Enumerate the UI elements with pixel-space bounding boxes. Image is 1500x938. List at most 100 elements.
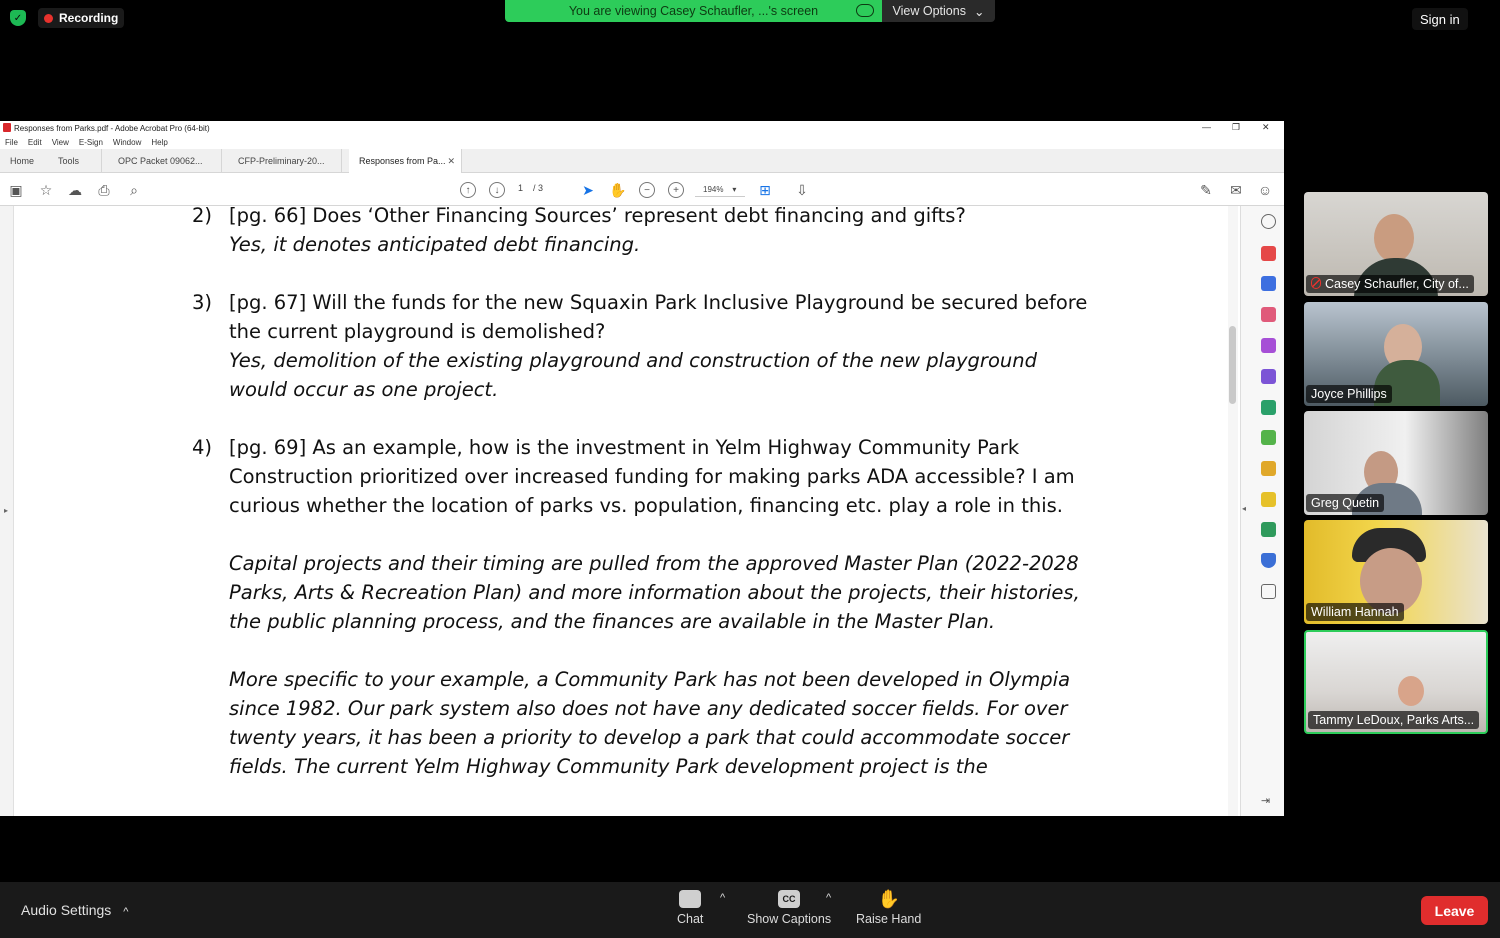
chat-button[interactable]: Chat	[677, 890, 703, 926]
comment-icon[interactable]	[1261, 492, 1276, 507]
audio-settings-button[interactable]: Audio Settings ^	[21, 902, 128, 918]
page-indicator[interactable]: 1 / 3	[518, 183, 543, 193]
edit-pdf-icon[interactable]	[1261, 369, 1276, 384]
shared-acrobat-window: Responses from Parks.pdf - Adobe Acrobat…	[0, 121, 1284, 816]
left-panel-toggle[interactable]: ▸	[0, 206, 14, 816]
participant-name: Tammy LeDoux, Parks Arts...	[1308, 711, 1480, 729]
people-icon[interactable]: ☺	[1257, 182, 1273, 198]
menu-view[interactable]: View	[52, 138, 69, 147]
raise-hand-label: Raise Hand	[856, 912, 922, 926]
menu-esign[interactable]: E-Sign	[79, 138, 103, 147]
shield-icon[interactable]: ✓	[10, 10, 26, 26]
participant-tile[interactable]: Greg Quetin	[1304, 411, 1488, 515]
tab-tools[interactable]: Tools	[48, 149, 102, 173]
scrollbar-thumb[interactable]	[1229, 326, 1236, 404]
hand-icon: ✋	[877, 888, 900, 909]
select-cursor-icon[interactable]: ➤	[580, 182, 596, 198]
print-production-icon[interactable]	[1261, 522, 1276, 537]
sign-in-button[interactable]: Sign in	[1412, 8, 1468, 30]
zoom-in-icon[interactable]: +	[668, 182, 684, 198]
email-icon[interactable]: ✉	[1228, 182, 1244, 198]
captions-label: Show Captions	[747, 912, 832, 926]
answer-line: fields. The current Yelm Highway Communi…	[229, 755, 988, 778]
acrobat-toolbar: ▣ ☆ ☁ ⎙ ⌕ ↑ ↓ 1 / 3 ➤ ✋ − + 194% ▾ ⊞ ⇩ ✎…	[0, 173, 1284, 206]
participant-tile[interactable]: Casey Schaufler, City of...	[1304, 192, 1488, 296]
participant-video	[1398, 676, 1424, 706]
zoom-bottom-bar: Audio Settings ^ Chat ^ CC Show Captions …	[0, 882, 1500, 938]
expand-left-icon: ▸	[4, 506, 9, 515]
acrobat-menu-bar: File Edit View E-Sign Window Help	[0, 135, 1284, 149]
next-page-icon[interactable]: ↓	[489, 182, 505, 198]
more-tools-icon[interactable]	[1261, 584, 1276, 599]
zoom-top-bar: ✓ Recording You are viewing Casey Schauf…	[0, 0, 1500, 36]
participant-name: Casey Schaufler, City of...	[1306, 275, 1474, 293]
collapse-panel-icon[interactable]: ◂	[1242, 504, 1246, 513]
create-pdf-icon[interactable]	[1261, 276, 1276, 291]
answer-line: Yes, it denotes anticipated debt financi…	[229, 233, 641, 256]
chevron-up-icon[interactable]: ^	[123, 906, 128, 918]
recording-indicator[interactable]: Recording	[38, 8, 125, 28]
answer-line: Capital projects and their timing are pu…	[229, 552, 1079, 575]
print-icon[interactable]: ⎙	[96, 182, 112, 198]
prev-page-icon[interactable]: ↑	[460, 182, 476, 198]
participant-tile[interactable]: Joyce Phillips	[1304, 302, 1488, 406]
question-line: [pg. 66] Does ‘Other Financing Sources’ …	[229, 206, 966, 227]
raise-hand-button[interactable]: ✋ Raise Hand	[856, 888, 922, 927]
vertical-scrollbar[interactable]	[1228, 206, 1238, 816]
fill-sign-icon[interactable]	[1261, 338, 1276, 353]
participant-tile-active-speaker[interactable]: Tammy LeDoux, Parks Arts...	[1304, 630, 1488, 734]
window-title: Responses from Parks.pdf - Adobe Acrobat…	[14, 124, 210, 133]
expand-panel-icon[interactable]: ⇥	[1261, 794, 1276, 809]
shield-protect-icon[interactable]	[1261, 553, 1276, 568]
tab-responses-from-parks[interactable]: Responses from Pa... ✕	[349, 149, 462, 173]
item-number: 2)	[192, 206, 213, 227]
organize-pages-icon[interactable]	[1261, 307, 1276, 322]
item-number: 4)	[192, 436, 213, 459]
scan-ocr-icon[interactable]	[1261, 400, 1276, 415]
chevron-down-icon: ⌄	[973, 4, 985, 19]
answer-line: would occur as one project.	[229, 378, 499, 401]
search-icon[interactable]: ⌕	[126, 182, 142, 198]
leave-button[interactable]: Leave	[1421, 896, 1488, 925]
muted-mic-icon	[1311, 277, 1321, 289]
answer-line: Parks, Arts & Recreation Plan) and more …	[229, 581, 1080, 604]
save-icon[interactable]: ▣	[8, 182, 24, 198]
close-icon[interactable]: ✕	[1262, 122, 1270, 133]
menu-window[interactable]: Window	[113, 138, 141, 147]
restore-icon[interactable]: ❐	[1232, 122, 1240, 133]
answer-line: twenty years, it has been a priority to …	[229, 726, 1070, 749]
tab-label: Responses from Pa...	[359, 156, 446, 166]
minimize-icon[interactable]: —	[1202, 122, 1211, 132]
page-current[interactable]: 1	[518, 183, 523, 193]
fit-page-icon[interactable]: ⊞	[757, 182, 773, 198]
zoom-out-icon[interactable]: −	[639, 182, 655, 198]
participant-tile[interactable]: William Hannah	[1304, 520, 1488, 624]
zoom-level-select[interactable]: 194% ▾	[695, 182, 745, 197]
tab-home[interactable]: Home	[0, 149, 50, 173]
zoom-search-icon[interactable]	[1261, 214, 1276, 229]
tab-cfp-preliminary[interactable]: CFP-Preliminary-20...	[228, 149, 342, 173]
menu-file[interactable]: File	[5, 138, 18, 147]
menu-edit[interactable]: Edit	[28, 138, 42, 147]
star-icon[interactable]: ☆	[38, 182, 54, 198]
tab-opc-packet[interactable]: OPC Packet 09062...	[108, 149, 222, 173]
menu-help[interactable]: Help	[151, 138, 167, 147]
screen-share-banner: You are viewing Casey Schaufler, ...'s s…	[505, 0, 882, 22]
show-captions-button[interactable]: CC Show Captions	[747, 890, 831, 926]
sign-icon[interactable]: ✎	[1198, 182, 1214, 198]
question-line: Construction prioritized over increased …	[229, 465, 1075, 488]
compare-files-icon[interactable]	[1261, 430, 1276, 445]
view-options-button[interactable]: View Options ⌄	[882, 0, 995, 22]
scroll-mode-icon[interactable]: ⇩	[794, 182, 810, 198]
hand-tool-icon[interactable]: ✋	[609, 182, 626, 198]
pdf-icon	[3, 123, 11, 132]
item-number: 3)	[192, 291, 213, 314]
protect-icon[interactable]	[1261, 461, 1276, 476]
chat-options-chevron-icon[interactable]: ^	[720, 892, 725, 904]
document-view[interactable]: ▸ 2) [pg. 66] Does ‘Other Financing Sour…	[0, 206, 1240, 816]
close-tab-icon[interactable]: ✕	[447, 156, 455, 167]
export-pdf-icon[interactable]	[1261, 246, 1276, 261]
zoom-level-value: 194%	[703, 184, 724, 194]
captions-options-chevron-icon[interactable]: ^	[826, 892, 831, 904]
upload-cloud-icon[interactable]: ☁	[67, 182, 83, 198]
